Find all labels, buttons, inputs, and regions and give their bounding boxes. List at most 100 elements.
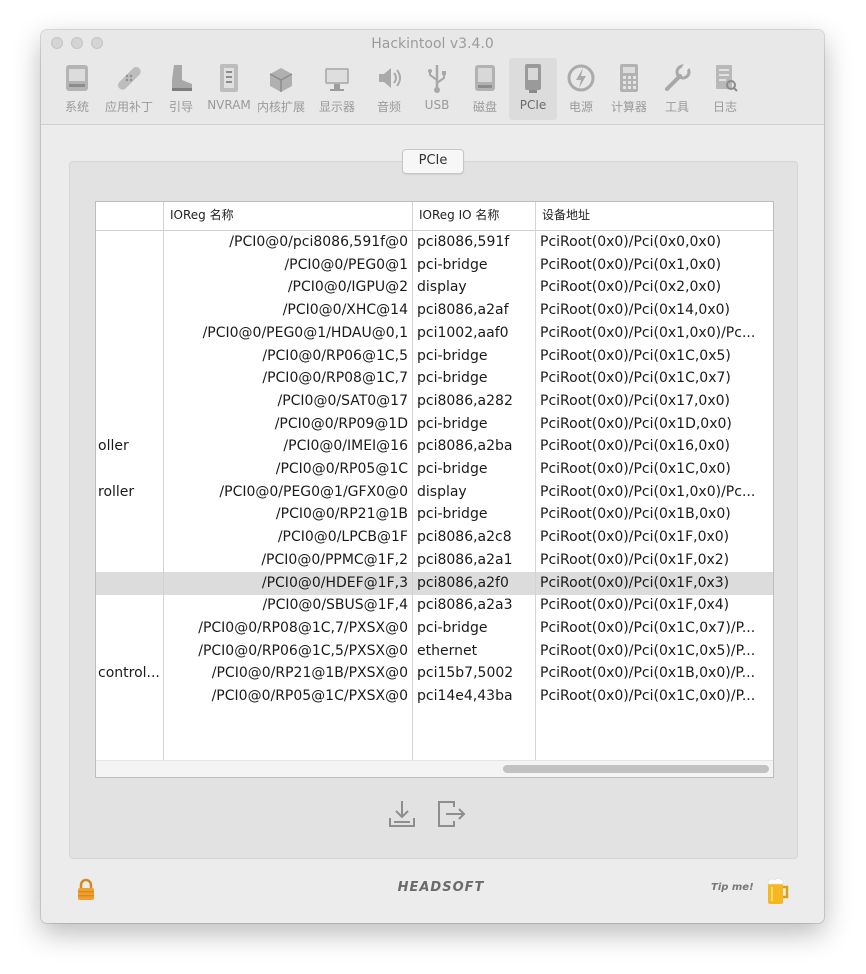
toolbar-item-display[interactable]: 显示器	[309, 58, 365, 120]
table-row[interactable]: /PCI0@0/RP09@1D pci-bridge PciRoot(0x0)/Pc…	[96, 413, 773, 436]
toolbar-item-pcie[interactable]: PCIe	[509, 58, 557, 120]
cell-device-path: PciRoot(0x0)/Pci(0x1B,0x0)/P...	[540, 665, 756, 682]
cell-ioreg-io-name: pci-bridge	[417, 347, 488, 364]
cell-ioreg-name: /PCI0@0/RP05@1C/PXSX@0	[211, 688, 408, 704]
cell-device-path: PciRoot(0x0)/Pci(0x1B,0x0)	[540, 506, 731, 523]
toolbar-item-nvram[interactable]: NVRAM	[205, 58, 253, 120]
table-row[interactable]: /PCI0@0/PEG0@1/HDAU@0,1 pci1002,aaf0 PciRo…	[96, 322, 773, 345]
toolbar-item-tools[interactable]: 工具	[653, 58, 701, 120]
cell-ioreg-name: /PCI0@0/PPMC@1F,2	[261, 551, 408, 568]
table-row[interactable]: /PCI0@0/RP08@1C,7 pci-bridge PciRoot(0x0)/…	[96, 367, 773, 390]
tools-icon	[665, 62, 691, 91]
cell-ioreg-name: /PCI0@0/pci8086,591f@0	[229, 234, 408, 250]
export-file-icon[interactable]	[434, 798, 468, 830]
cell-device-path: PciRoot(0x0)/Pci(0x1,0x0)/Pc...	[540, 324, 756, 341]
toolbar-item-calculator[interactable]: 计算器	[605, 58, 653, 120]
cell-ioreg-io-name: pci8086,a2c8	[417, 529, 512, 546]
toolbar-item-system[interactable]: 系统	[53, 58, 101, 120]
power-icon	[567, 64, 595, 92]
cell-ioreg-name: /PCI0@0/RP08@1C,7	[262, 370, 408, 387]
table-row[interactable]: /PCI0@0/PEG0@1 pci-bridge PciRoot(0x0)/Pci…	[96, 254, 773, 277]
table-row[interactable]: /PCI0@0/LPCB@1F pci8086,a2c8 PciRoot(0x0)/…	[96, 526, 773, 549]
toolbar-item-kext[interactable]: 内核扩展	[253, 58, 309, 120]
cell-name	[96, 640, 163, 663]
table-row[interactable]: /PCI0@0/XHC@14 pci8086,a2af PciRoot(0x0)/P…	[96, 299, 773, 322]
lock-icon[interactable]	[75, 878, 97, 902]
cell-device-path: PciRoot(0x0)/Pci(0x16,0x0)	[540, 438, 730, 455]
table-row[interactable]: /PCI0@0/IGPU@2 display PciRoot(0x0)/Pci(0x…	[96, 276, 773, 299]
cell-ioreg-io-name: pci8086,a2ba	[417, 438, 513, 455]
toolbar-label: 内核扩展	[256, 100, 305, 114]
table-row[interactable]: /PCI0@0/HDEF@1F,3 pci8086,a2f0 PciRoot(0x0…	[96, 571, 773, 595]
log-icon	[716, 65, 738, 92]
toolbar-label: 电源	[568, 100, 593, 114]
cell-ioreg-name: /PCI0@0/PEG0@1/HDAU@0,1	[202, 324, 408, 341]
tip-me-label[interactable]: Tip me!	[711, 882, 754, 893]
cell-device-path: PciRoot(0x0)/Pci(0x1C,0x7)/P...	[540, 619, 756, 636]
headsoft-logo[interactable]: HEADSOFT	[341, 880, 541, 895]
cell-ioreg-name: /PCI0@0/PEG0@1	[284, 256, 408, 273]
column-header-ioreg-name[interactable]: IOReg 名称	[164, 202, 412, 230]
display-icon	[325, 68, 349, 91]
table-row[interactable]: /PCI0@0/RP21@1B pci-bridge PciRoot(0x0)/Pc…	[96, 503, 773, 526]
cell-ioreg-io-name: ethernet	[417, 642, 478, 659]
table-row[interactable]: /PCI0@0/PPMC@1F,2 pci8086,a2a1 PciRoot(0x0…	[96, 549, 773, 572]
toolbar-item-patch[interactable]: 应用补丁	[101, 58, 157, 120]
table-row[interactable]: /PCI0@0/RP05@1C pci-bridge PciRoot(0x0)/Pc…	[96, 458, 773, 481]
cell-ioreg-name: /PCI0@0/RP21@1B/PXSX@0	[211, 665, 408, 682]
cell-device-path: PciRoot(0x0)/Pci(0x14,0x0)	[540, 302, 730, 319]
table-row[interactable]: /PCI0@0/pci8086,591f@0 pci8086,591f PciRoo…	[96, 231, 773, 254]
cell-name	[96, 685, 163, 708]
cell-name	[96, 254, 163, 277]
table-row[interactable]: control... /PCI0@0/RP21@1B/PXSX@0 pci15b7,…	[96, 662, 773, 685]
toolbar-label: 磁盘	[472, 100, 497, 114]
table-row[interactable]: /PCI0@0/SAT0@17 pci8086,a282 PciRoot(0x0)/…	[96, 390, 773, 413]
tab-pcie[interactable]: PCIe	[402, 149, 464, 174]
column-header-name[interactable]	[96, 202, 163, 230]
table-row[interactable]: /PCI0@0/RP08@1C,7/PXSX@0 pci-bridge PciRoo…	[96, 617, 773, 640]
beer-icon[interactable]	[764, 876, 790, 906]
cell-device-path: PciRoot(0x0)/Pci(0x1C,0x0)	[540, 461, 731, 477]
cell-ioreg-io-name: pci8086,a2a1	[417, 551, 513, 568]
cell-ioreg-name: /PCI0@0/RP21@1B	[275, 506, 408, 523]
column-header-device-path[interactable]: 设备地址	[536, 202, 773, 230]
cell-device-path: PciRoot(0x0)/Pci(0x1F,0x4)	[540, 597, 730, 614]
cell-name: roller	[98, 483, 135, 500]
table-row[interactable]: /PCI0@0/RP06@1C,5/PXSX@0 ethernet PciRoot(…	[96, 640, 773, 663]
toolbar-label: PCIe	[519, 98, 547, 112]
cell-name	[96, 594, 163, 617]
title-bar: Hackintool v3.4.0 系统 应用补丁 引导 NVRAM 内核扩展	[41, 30, 824, 125]
toolbar-item-power[interactable]: 电源	[557, 58, 605, 120]
cell-name	[96, 549, 163, 572]
table-row[interactable]: /PCI0@0/RP06@1C,5 pci-bridge PciRoot(0x0)/…	[96, 345, 773, 368]
cell-name	[96, 322, 163, 345]
scrollbar-thumb[interactable]	[503, 765, 769, 773]
table-row[interactable]: /PCI0@0/SBUS@1F,4 pci8086,a2a3 PciRoot(0x0…	[96, 594, 773, 617]
toolbar-item-usb[interactable]: USB	[413, 58, 461, 120]
column-header-ioreg-io-name[interactable]: IOReg IO 名称	[413, 202, 535, 230]
toolbar-item-boot[interactable]: 引导	[157, 58, 205, 120]
toolbar-item-disk[interactable]: 磁盘	[461, 58, 509, 120]
export-download-icon[interactable]	[385, 798, 419, 830]
toolbar-label: 音频	[376, 100, 401, 114]
cell-name	[96, 458, 163, 481]
toolbar-item-audio[interactable]: 音频	[365, 58, 413, 120]
toolbar: 系统 应用补丁 引导 NVRAM 内核扩展 显示器 音频 USB 磁盘 PCIe…	[53, 58, 749, 120]
table-row[interactable]: oller/PCI0@0/IMEI@16 pci8086,a2ba PciRoot(…	[96, 435, 773, 458]
cell-device-path: PciRoot(0x0)/Pci(0x1F,0x0)	[540, 529, 730, 546]
column-divider	[535, 202, 536, 760]
cell-ioreg-io-name: pci8086,591f	[417, 234, 510, 250]
cell-ioreg-io-name: pci8086,a282	[417, 392, 513, 409]
cell-device-path: PciRoot(0x0)/Pci(0x1D,0x0)	[540, 415, 732, 432]
cell-ioreg-io-name: pci-bridge	[417, 370, 488, 387]
audio-icon	[379, 68, 401, 88]
pcie-device-table[interactable]: IOReg 名称 IOReg IO 名称 设备地址 /PCI0@0/pci808…	[95, 201, 774, 778]
horizontal-scrollbar[interactable]	[96, 760, 773, 777]
toolbar-label: 系统	[64, 100, 89, 114]
cell-name	[96, 503, 163, 526]
cell-name: control...	[98, 665, 160, 682]
cell-ioreg-io-name: pci15b7,5002	[417, 665, 514, 682]
toolbar-item-log[interactable]: 日志	[701, 58, 749, 120]
table-row[interactable]: roller/PCI0@0/PEG0@1/GFX0@0 display PciRoo…	[96, 481, 773, 504]
table-row[interactable]: /PCI0@0/RP05@1C/PXSX@0 pci14e4,43ba PciRoo…	[96, 685, 773, 708]
